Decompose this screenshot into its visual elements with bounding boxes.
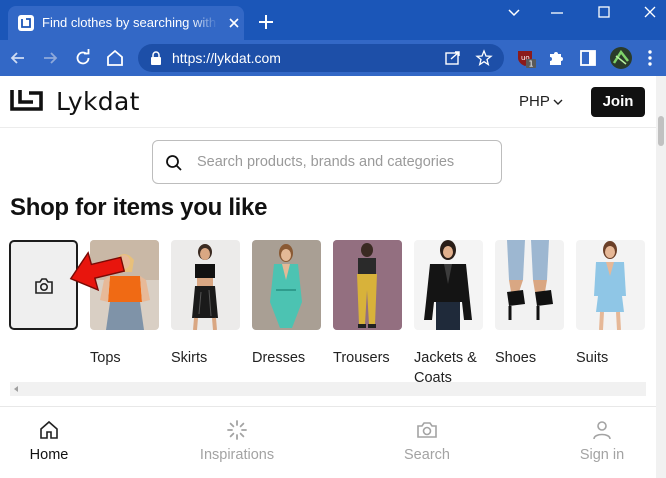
browser-titlebar: Find clothes by searching with images <box>0 0 666 40</box>
share-icon[interactable] <box>444 49 462 67</box>
bookmark-star-icon[interactable] <box>475 49 493 67</box>
tab-title: Find clothes by searching with images <box>42 15 218 30</box>
browser-tab[interactable]: Find clothes by searching with images <box>8 6 244 40</box>
category-label: Skirts <box>171 350 208 366</box>
category-skirts[interactable]: Skirts <box>171 240 241 368</box>
section-title: Shop for items you like <box>10 194 268 221</box>
annotation-arrow-icon <box>69 251 126 292</box>
nav-home[interactable]: Home <box>4 419 94 463</box>
reload-icon[interactable] <box>73 48 93 68</box>
search-placeholder: Search products, brands and categories <box>197 154 455 170</box>
nav-search[interactable]: Search <box>382 419 472 463</box>
scrollbar-thumb[interactable] <box>658 116 664 146</box>
scroll-left-icon[interactable] <box>13 386 19 392</box>
nav-search-label: Search <box>404 447 450 463</box>
profile-avatar-icon[interactable] <box>610 47 632 69</box>
search-input[interactable]: Search products, brands and categories <box>152 140 502 184</box>
maximize-icon[interactable] <box>592 4 616 20</box>
home-icon <box>40 420 58 439</box>
category-label: Dresses <box>252 350 306 366</box>
logo-text[interactable]: Lykdat <box>56 87 140 116</box>
minimize-icon[interactable] <box>545 4 569 20</box>
close-window-icon[interactable] <box>638 4 662 20</box>
category-label: Tops <box>90 350 121 366</box>
web-page: Lykdat PHP Join Search products, brands … <box>0 76 666 478</box>
side-panel-icon[interactable] <box>578 48 598 68</box>
dresses-photo <box>252 240 321 330</box>
join-button[interactable]: Join <box>591 87 645 117</box>
browser-toolbar: https://lykdat.com uo 1 <box>0 40 666 76</box>
trousers-photo <box>333 240 402 330</box>
nav-home-label: Home <box>29 447 69 463</box>
lykdat-logo-icon[interactable] <box>10 90 44 112</box>
shoes-photo <box>495 240 564 330</box>
jackets-photo <box>414 240 483 330</box>
camera-icon <box>417 422 437 438</box>
url-text[interactable]: https://lykdat.com <box>172 50 281 66</box>
new-tab-icon[interactable] <box>256 12 276 32</box>
browser-menu-icon[interactable] <box>640 48 660 68</box>
svg-text:1: 1 <box>529 60 534 69</box>
category-jackets-coats[interactable]: Jackets & Coats <box>414 240 484 388</box>
nav-signin-label: Sign in <box>579 447 625 463</box>
nav-signin[interactable]: Sign in <box>557 419 647 463</box>
currency-selector[interactable]: PHP <box>519 93 550 110</box>
category-label: Trousers <box>333 350 390 366</box>
tab-search-chevron-icon[interactable] <box>502 4 526 20</box>
horizontal-scrollbar[interactable] <box>10 382 646 396</box>
user-icon <box>593 421 611 440</box>
search-icon <box>166 155 182 171</box>
category-label: Suits <box>576 350 609 366</box>
address-bar[interactable]: https://lykdat.com <box>138 44 504 72</box>
nav-inspirations-label: Inspirations <box>199 447 275 463</box>
back-icon[interactable] <box>8 48 28 68</box>
ublock-extension-icon[interactable]: uo 1 <box>516 48 536 68</box>
forward-icon[interactable] <box>40 48 60 68</box>
home-icon[interactable] <box>105 48 125 68</box>
category-label: Shoes <box>495 350 537 366</box>
category-suits[interactable]: Suits <box>576 240 646 368</box>
chevron-down-icon[interactable] <box>553 98 563 106</box>
suits-photo <box>576 240 645 331</box>
vertical-scrollbar[interactable] <box>656 76 666 478</box>
loading-spinner-icon <box>227 420 247 440</box>
skirts-photo <box>171 240 240 331</box>
category-dresses[interactable]: Dresses <box>252 240 322 368</box>
close-tab-icon[interactable] <box>226 15 242 31</box>
site-header: Lykdat PHP Join <box>0 76 656 128</box>
camera-icon <box>35 278 53 294</box>
lock-icon[interactable] <box>150 51 162 65</box>
category-shoes[interactable]: Shoes <box>495 240 565 368</box>
lykdat-favicon-icon <box>18 15 34 31</box>
bottom-navigation: Home Inspirations Search Sign in <box>0 406 656 478</box>
nav-inspirations[interactable]: Inspirations <box>192 419 282 463</box>
extensions-puzzle-icon[interactable] <box>546 48 566 68</box>
category-trousers[interactable]: Trousers <box>333 240 403 368</box>
